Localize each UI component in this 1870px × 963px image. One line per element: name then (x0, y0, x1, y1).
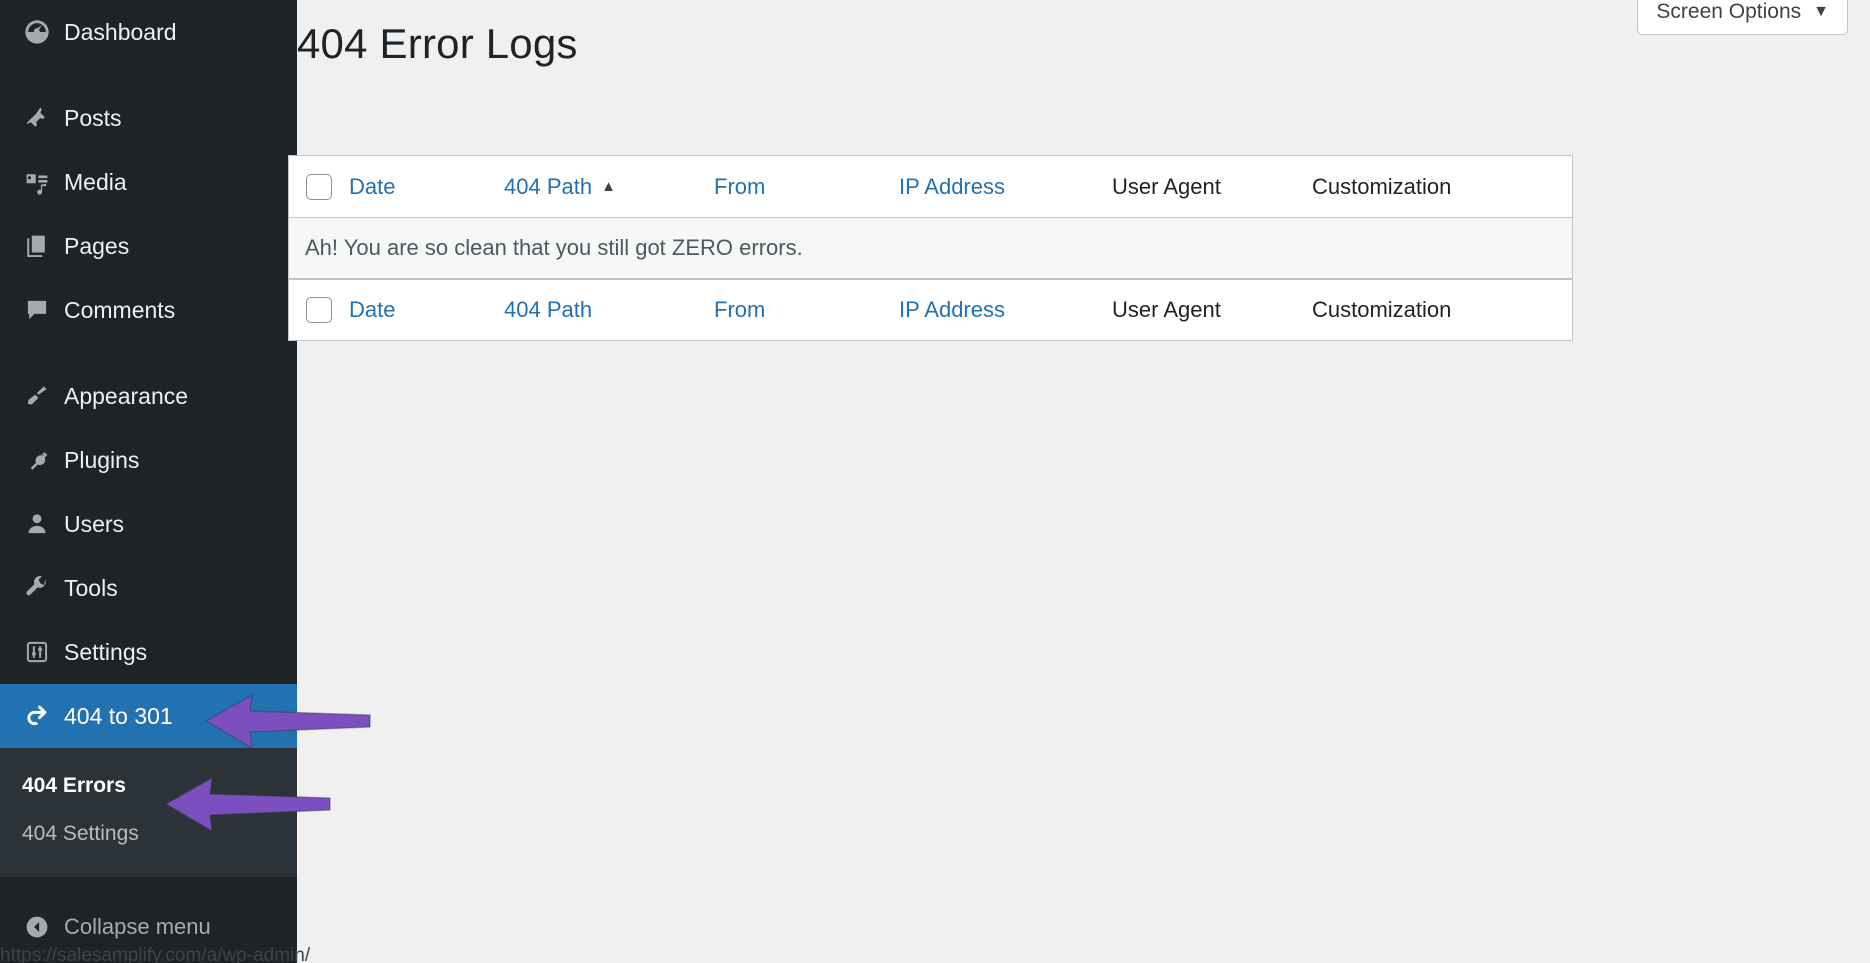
sliders-icon (16, 639, 58, 665)
table-footer-row: Date 404 Path From IP Address User Agent… (289, 279, 1572, 340)
chevron-down-icon: ▼ (1813, 3, 1829, 20)
sidebar-item-label: Users (64, 510, 125, 537)
screen-options-label: Screen Options (1656, 0, 1802, 23)
sidebar-item-label: Tools (64, 574, 118, 601)
table-header-row: Date 404 Path ▲ From IP Address User Age… (289, 156, 1572, 217)
browser-status-url: https://salesamplify.com/a/wp-admin/ (0, 945, 311, 963)
column-header-label: Date (349, 173, 396, 199)
plug-icon (16, 447, 58, 473)
sort-ascending-icon: ▲ (601, 178, 616, 195)
collapse-arrow-icon (16, 914, 58, 940)
sidebar-item-media[interactable]: Media (0, 150, 297, 214)
user-icon (16, 511, 58, 537)
sidebar-item-tools[interactable]: Tools (0, 556, 297, 620)
sidebar-item-settings[interactable]: Settings (0, 620, 297, 684)
pin-icon (16, 105, 58, 131)
sidebar-item-plugins[interactable]: Plugins (0, 428, 297, 492)
comments-icon (16, 297, 58, 323)
sidebar-item-label: Comments (64, 296, 176, 323)
empty-state-row: Ah! You are so clean that you still got … (289, 217, 1572, 279)
sidebar-item-label: Media (64, 168, 127, 195)
column-header-label: 404 Path (504, 173, 593, 199)
select-all-checkbox-footer-cell[interactable] (289, 297, 349, 323)
pages-icon (16, 233, 58, 259)
page-title: 404 Error Logs (297, 20, 578, 67)
sidebar-item-users[interactable]: Users (0, 492, 297, 556)
column-footer-customization: Customization (1312, 297, 1451, 323)
screen-options-button[interactable]: Screen Options ▼ (1637, 0, 1848, 35)
error-logs-table: Date 404 Path ▲ From IP Address User Age… (288, 155, 1573, 341)
main-content: Screen Options ▼ 404 Error Logs Date 404… (288, 0, 1870, 963)
column-header-ip-address[interactable]: IP Address (899, 174, 1112, 200)
column-header-404-path[interactable]: 404 Path ▲ (504, 174, 714, 200)
collapse-menu-label: Collapse menu (64, 914, 211, 939)
submenu-item-404-settings[interactable]: 404 Settings (0, 810, 297, 858)
sidebar-item-label: Dashboard (64, 18, 177, 45)
empty-state-message: Ah! You are so clean that you still got … (305, 235, 803, 260)
sidebar-item-comments[interactable]: Comments (0, 278, 297, 342)
column-header-label: User Agent (1112, 173, 1221, 199)
sidebar-item-404-to-301[interactable]: 404 to 301 (0, 684, 297, 748)
column-header-label: Customization (1312, 173, 1452, 199)
admin-sidebar: Dashboard Posts Media Pages Comments App… (0, 0, 297, 963)
column-footer-label: User Agent (1112, 297, 1221, 322)
column-footer-label: From (714, 297, 766, 322)
column-header-label: From (714, 173, 766, 199)
dashboard-icon (16, 19, 58, 45)
redo-icon (16, 702, 58, 730)
column-footer-label: IP Address (899, 297, 1005, 322)
column-footer-ip-address[interactable]: IP Address (899, 297, 1112, 323)
sidebar-item-label: Settings (64, 638, 148, 665)
column-footer-date[interactable]: Date (349, 297, 504, 323)
column-header-user-agent: User Agent (1112, 174, 1312, 200)
submenu-item-label: 404 Errors (22, 774, 126, 797)
column-header-customization: Customization (1312, 174, 1451, 200)
column-header-from[interactable]: From (714, 174, 899, 200)
column-footer-label: 404 Path (504, 297, 593, 322)
wrench-icon (16, 575, 58, 601)
column-footer-label: Customization (1312, 297, 1452, 322)
submenu-item-label: 404 Settings (22, 821, 139, 845)
sidebar-item-posts[interactable]: Posts (0, 86, 297, 150)
sidebar-submenu-404-to-301: 404 Errors 404 Settings (0, 748, 297, 877)
sidebar-item-label: 404 to 301 (64, 702, 173, 729)
submenu-item-404-errors[interactable]: 404 Errors (0, 762, 297, 810)
media-icon (16, 169, 58, 195)
column-header-date[interactable]: Date (349, 174, 504, 200)
sidebar-item-label: Appearance (64, 382, 189, 409)
column-header-label: IP Address (899, 173, 1005, 199)
brush-icon (16, 383, 58, 409)
sidebar-item-pages[interactable]: Pages (0, 214, 297, 278)
column-footer-404-path[interactable]: 404 Path (504, 297, 714, 323)
column-footer-user-agent: User Agent (1112, 297, 1312, 323)
column-footer-label: Date (349, 297, 396, 322)
select-all-checkbox[interactable] (306, 173, 332, 200)
sidebar-item-label: Pages (64, 232, 130, 259)
select-all-checkbox-cell[interactable] (289, 173, 349, 200)
sidebar-item-label: Posts (64, 104, 122, 131)
select-all-checkbox-footer[interactable] (306, 297, 332, 323)
sidebar-item-label: Plugins (64, 446, 140, 473)
column-footer-from[interactable]: From (714, 297, 899, 323)
sidebar-item-dashboard[interactable]: Dashboard (0, 0, 297, 64)
sidebar-item-appearance[interactable]: Appearance (0, 364, 297, 428)
